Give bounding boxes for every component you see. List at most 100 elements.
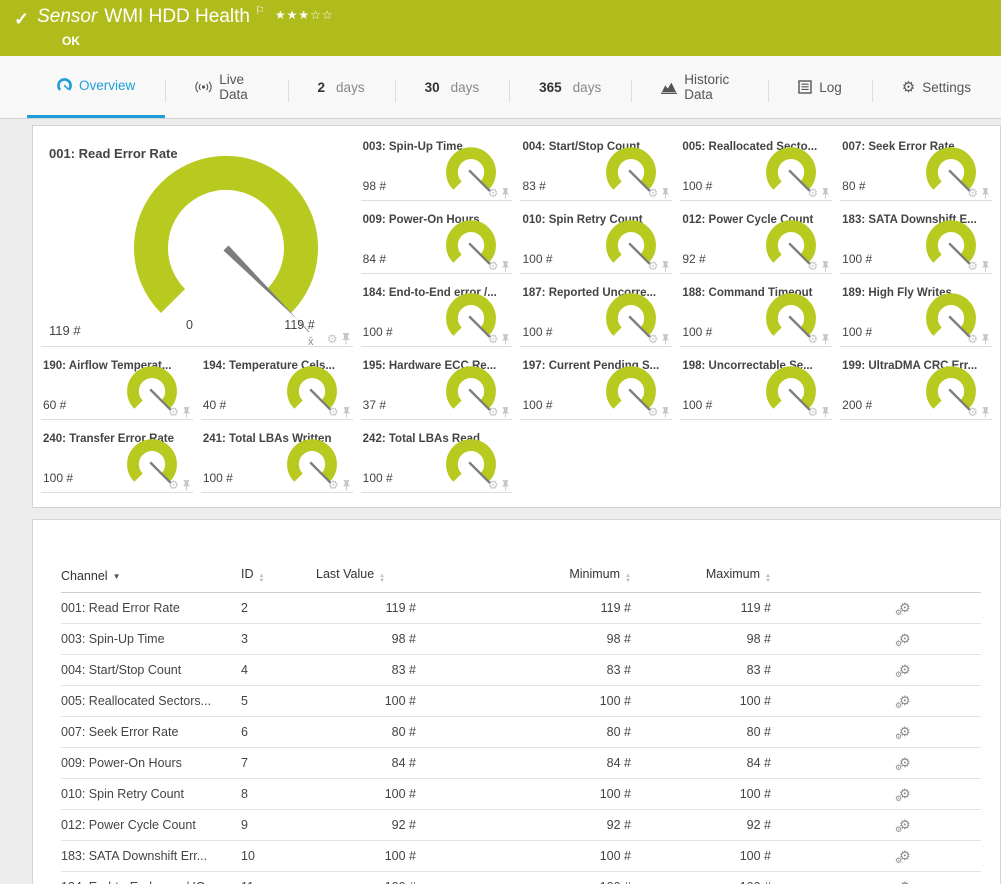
table-row[interactable]: 012: Power Cycle Count 9 92 # 92 # 92 # …: [61, 810, 981, 841]
table-row[interactable]: 184: End-to-End error / IO... 11 100 # 1…: [61, 872, 981, 884]
gauge-card[interactable]: 242: Total LBAs Read 100 # ⚙: [361, 430, 513, 493]
channel-gear-icon[interactable]: ⚙: [488, 187, 499, 199]
channel-gear-icon[interactable]: ⚙: [648, 333, 659, 345]
table-row[interactable]: 003: Spin-Up Time 3 98 # 98 # 98 # ⚙⚙: [61, 624, 981, 655]
table-row[interactable]: 005: Reallocated Sectors... 5 100 # 100 …: [61, 686, 981, 717]
channel-gear-icon[interactable]: ⚙: [648, 406, 659, 418]
tab-2-days[interactable]: 2days: [288, 56, 395, 118]
gauge-card[interactable]: 004: Start/Stop Count 83 # ⚙: [520, 138, 672, 201]
pin-icon[interactable]: [182, 407, 191, 418]
channel-gear-icon[interactable]: ⚙: [328, 406, 339, 418]
table-row[interactable]: 009: Power-On Hours 7 84 # 84 # 84 # ⚙⚙: [61, 748, 981, 779]
tab-30-days[interactable]: 30days: [395, 56, 510, 118]
channel-gear-icon[interactable]: ⚙: [967, 333, 978, 345]
cell-channel[interactable]: 010: Spin Retry Count: [61, 779, 241, 810]
channel-settings-icon[interactable]: ⚙⚙: [899, 694, 911, 707]
channel-settings-icon[interactable]: ⚙⚙: [899, 725, 911, 738]
tab-live-data[interactable]: Live Data: [165, 56, 287, 118]
table-row[interactable]: 183: SATA Downshift Err... 10 100 # 100 …: [61, 841, 981, 872]
channel-gear-icon[interactable]: ⚙: [488, 260, 499, 272]
channel-gear-icon[interactable]: ⚙: [807, 406, 818, 418]
col-last-value[interactable]: Last Value▲▼: [316, 560, 416, 593]
gauge-card[interactable]: 199: UltraDMA CRC Err... 200 # ⚙: [840, 357, 992, 420]
gauge-card[interactable]: 183: SATA Downshift E... 100 # ⚙: [840, 211, 992, 274]
pin-icon[interactable]: [661, 188, 670, 199]
col-maximum[interactable]: Maximum▲▼: [631, 560, 771, 593]
gauge-card[interactable]: 009: Power-On Hours 84 # ⚙: [361, 211, 513, 274]
channel-gear-icon[interactable]: ⚙: [168, 479, 179, 491]
gauge-card[interactable]: 012: Power Cycle Count 92 # ⚙: [680, 211, 832, 274]
channel-gear-icon[interactable]: ⚙: [488, 333, 499, 345]
table-row[interactable]: 010: Spin Retry Count 8 100 # 100 # 100 …: [61, 779, 981, 810]
gauge-card[interactable]: 190: Airflow Temperat... 60 # ⚙: [41, 357, 193, 420]
channel-settings-icon[interactable]: ⚙⚙: [899, 849, 911, 862]
cell-channel[interactable]: 007: Seek Error Rate: [61, 717, 241, 748]
gauge-card[interactable]: 010: Spin Retry Count 100 # ⚙: [520, 211, 672, 274]
gauge-card[interactable]: 187: Reported Uncorre... 100 # ⚙: [520, 284, 672, 347]
cell-channel[interactable]: 009: Power-On Hours: [61, 748, 241, 779]
cell-channel[interactable]: 003: Spin-Up Time: [61, 624, 241, 655]
priority-flag-icon[interactable]: ⚐: [255, 4, 265, 17]
gauge-card[interactable]: 189: High Fly Writes 100 # ⚙: [840, 284, 992, 347]
cell-channel[interactable]: 001: Read Error Rate: [61, 593, 241, 624]
channel-gear-icon[interactable]: ⚙: [168, 406, 179, 418]
pin-icon[interactable]: [501, 261, 510, 272]
star-icon[interactable]: ★: [287, 8, 299, 22]
pin-icon[interactable]: [821, 407, 830, 418]
pin-icon[interactable]: [821, 188, 830, 199]
pin-icon[interactable]: [821, 334, 830, 345]
channel-gear-icon[interactable]: ⚙: [648, 260, 659, 272]
gauge-card[interactable]: 005: Reallocated Secto... 100 # ⚙: [680, 138, 832, 201]
star-icon[interactable]: ★: [275, 8, 287, 22]
cell-channel[interactable]: 005: Reallocated Sectors...: [61, 686, 241, 717]
star-rating[interactable]: ★★★☆☆: [275, 8, 334, 22]
pin-icon[interactable]: [981, 261, 990, 272]
gauge-card[interactable]: 007: Seek Error Rate 80 # ⚙: [840, 138, 992, 201]
pin-icon[interactable]: [342, 407, 351, 418]
gauge-card[interactable]: 197: Current Pending S... 100 # ⚙: [520, 357, 672, 420]
gauge-card[interactable]: 195: Hardware ECC Re... 37 # ⚙: [361, 357, 513, 420]
channel-gear-icon[interactable]: ⚙: [967, 260, 978, 272]
table-row[interactable]: 001: Read Error Rate 2 119 # 119 # 119 #…: [61, 593, 981, 624]
gauge-card[interactable]: 194: Temperature Cels... 40 # ⚙: [201, 357, 353, 420]
pin-icon[interactable]: [661, 261, 670, 272]
pin-icon[interactable]: [981, 188, 990, 199]
cell-channel[interactable]: 012: Power Cycle Count: [61, 810, 241, 841]
pin-icon[interactable]: [182, 480, 191, 491]
tab-historic-data[interactable]: Historic Data: [631, 56, 768, 118]
pin-icon[interactable]: [981, 407, 990, 418]
pin-icon[interactable]: [342, 480, 351, 491]
channel-gear-icon[interactable]: ⚙: [327, 333, 338, 345]
col-id[interactable]: ID▲▼: [241, 560, 316, 593]
channel-gear-icon[interactable]: ⚙: [328, 479, 339, 491]
pin-icon[interactable]: [821, 261, 830, 272]
channel-gear-icon[interactable]: ⚙: [807, 187, 818, 199]
star-icon[interactable]: ☆: [322, 8, 334, 22]
tab-365-days[interactable]: 365days: [509, 56, 631, 118]
gauge-card[interactable]: 241: Total LBAs Written 100 # ⚙: [201, 430, 353, 493]
channel-gear-icon[interactable]: ⚙: [488, 479, 499, 491]
channel-settings-icon[interactable]: ⚙⚙: [899, 632, 911, 645]
channel-gear-icon[interactable]: ⚙: [967, 406, 978, 418]
channel-settings-icon[interactable]: ⚙⚙: [899, 756, 911, 769]
pin-icon[interactable]: [501, 407, 510, 418]
star-icon[interactable]: ★: [298, 8, 310, 22]
table-row[interactable]: 007: Seek Error Rate 6 80 # 80 # 80 # ⚙⚙: [61, 717, 981, 748]
col-channel[interactable]: Channel▼: [61, 560, 241, 593]
channel-settings-icon[interactable]: ⚙⚙: [899, 663, 911, 676]
pin-icon[interactable]: [501, 188, 510, 199]
tab-overview[interactable]: Overview: [27, 56, 165, 118]
channel-gear-icon[interactable]: ⚙: [648, 187, 659, 199]
gauge-card[interactable]: 198: Uncorrectable Se... 100 # ⚙: [680, 357, 832, 420]
cell-channel[interactable]: 184: End-to-End error / IO...: [61, 872, 241, 884]
tab-log[interactable]: Log: [768, 56, 872, 118]
channel-settings-icon[interactable]: ⚙⚙: [899, 818, 911, 831]
cell-channel[interactable]: 004: Start/Stop Count: [61, 655, 241, 686]
pin-icon[interactable]: [501, 480, 510, 491]
tab-settings[interactable]: ⚙ Settings: [872, 56, 1001, 118]
pin-icon[interactable]: [661, 407, 670, 418]
gauge-card[interactable]: 184: End-to-End error /... 100 # ⚙: [361, 284, 513, 347]
gauge-card-main[interactable]: 001: Read Error Rate x̄ 0 119 # 119 # ⚙: [41, 138, 353, 347]
gauge-card[interactable]: 003: Spin-Up Time 98 # ⚙: [361, 138, 513, 201]
pin-icon[interactable]: [661, 334, 670, 345]
